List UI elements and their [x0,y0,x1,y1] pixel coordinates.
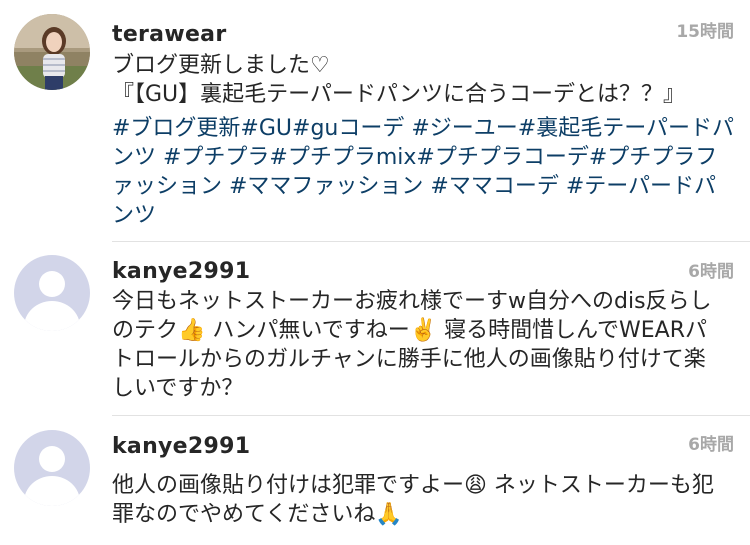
timestamp: 6時間 [688,262,734,282]
comment-text-line: しいですか？ [112,376,244,401]
username[interactable]: kanye2991 [112,259,250,284]
avatar[interactable] [14,430,90,506]
username[interactable]: terawear [112,22,226,47]
comment-text: 他人の画像貼り付けは犯罪ですよー😩 ネットストーカーも犯 罪なのでやめてください… [112,471,732,529]
timestamp: 15時間 [676,22,734,42]
timestamp: 6時間 [688,435,734,455]
divider [112,415,750,416]
comment-text: 今日もネットストーカーお疲れ様でーすw自分へのdis反らし のテク👍 ハンパ無い… [112,287,732,403]
hashtag-list[interactable]: #ブログ更新#GU#guコーデ #ジーユー#裏起毛テーパードパ ンツ #プチプラ… [112,114,734,230]
divider [112,241,750,242]
comment-text-line: のテク👍 ハンパ無いですねー✌️ 寝る時間惜しんでWEARパ [112,318,708,343]
username[interactable]: kanye2991 [112,434,250,459]
comment-text-line: ブログ更新しました♡ [112,53,330,78]
hashtag-line[interactable]: ンツ #プチプラ#プチプラmix#プチプラコーデ#プチプラフ [112,143,732,172]
hashtag-line[interactable]: ァッション #ママファッション #ママコーデ #テーパードパ [112,172,732,201]
comment-text-line: 今日もネットストーカーお疲れ様でーすw自分へのdis反らし [112,289,712,314]
avatar[interactable] [14,14,90,90]
comment-text-line: 他人の画像貼り付けは犯罪ですよー😩 ネットストーカーも犯 [112,473,714,498]
comment-text-line: 罪なのでやめてくださいね🙏 [112,502,403,527]
avatar[interactable] [14,255,90,331]
comment-text-line: 『【GU】裏起毛テーパードパンツに合うコーデとは？？』 [112,82,686,107]
comment-text-line: トロールからのガルチャンに勝手に他人の画像貼り付けて楽 [112,347,706,372]
hashtag-line[interactable]: #ブログ更新#GU#guコーデ #ジーユー#裏起毛テーパードパ [112,114,734,143]
hashtag-line[interactable]: ンツ [112,201,732,230]
comment-text: ブログ更新しました♡ 『【GU】裏起毛テーパードパンツに合うコーデとは？？』 [112,51,732,109]
